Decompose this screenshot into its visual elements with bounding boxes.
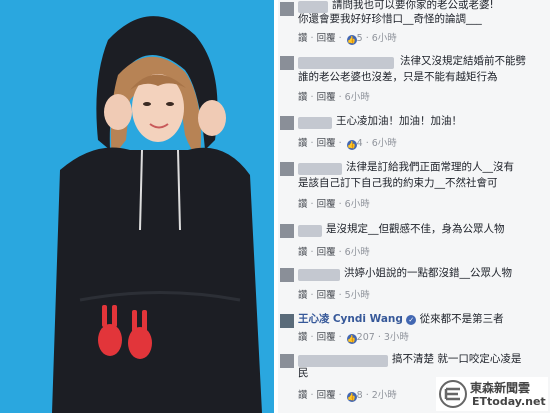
comment-time[interactable]: 6小時 bbox=[345, 92, 370, 103]
like-button[interactable]: 讚 bbox=[298, 92, 308, 103]
avatar[interactable] bbox=[280, 224, 294, 238]
comment-text: 王心凌加油！加油！加油！ bbox=[336, 115, 462, 127]
reply-button[interactable]: 回覆 bbox=[317, 33, 336, 44]
comment-actions: 讚 · 回覆 · 👍8 · 2小時 bbox=[298, 390, 397, 402]
comment-item: 是沒規定__但觀感不佳，身為公眾人物 讚 · 回覆 · 6小時 bbox=[278, 218, 550, 262]
comment-header: 王心凌 Cyndi Wang ✓ 從來都不是第三者 bbox=[298, 312, 504, 326]
reply-button[interactable]: 回覆 bbox=[317, 92, 336, 103]
reply-button[interactable]: 回覆 bbox=[317, 390, 336, 401]
comment-text-2: 你還會要我好好珍惜口__奇怪的論調___ bbox=[298, 13, 482, 25]
comment-time[interactable]: 3小時 bbox=[384, 332, 409, 343]
blurred-name bbox=[298, 225, 322, 237]
avatar[interactable] bbox=[280, 162, 294, 176]
comment-text-2: 民 bbox=[298, 367, 309, 379]
like-button[interactable]: 讚 bbox=[298, 390, 308, 401]
thumbs-up-icon: 👍 bbox=[346, 392, 357, 402]
reply-button[interactable]: 回覆 bbox=[317, 138, 336, 149]
comment-actions: 讚 · 回覆 · 👍207 · 3小時 bbox=[298, 332, 409, 344]
avatar[interactable] bbox=[280, 268, 294, 282]
comment-time[interactable]: 6小時 bbox=[345, 199, 370, 210]
comment-item: 請問我也可以要你家的老公或老婆! 你還會要我好好珍惜口__奇怪的論調___ 讚 … bbox=[278, 0, 550, 52]
news-photo bbox=[0, 0, 274, 413]
comment-text: 是沒規定__但觀感不佳，身為公眾人物 bbox=[326, 223, 505, 235]
like-button[interactable]: 讚 bbox=[298, 199, 308, 210]
comment-text: 搞不清楚 就一口咬定心凌是 bbox=[392, 353, 522, 365]
avatar[interactable] bbox=[280, 116, 294, 130]
comment-actions: 讚 · 回覆 · 👍5 · 6小時 bbox=[298, 33, 397, 45]
comment-actions: 讚 · 回覆 · 5小時 bbox=[298, 290, 370, 301]
comment-item: 王心凌加油！加油！加油！ 讚 · 回覆 · 👍4 · 6小時 bbox=[278, 112, 550, 154]
comment-actions: 讚 · 回覆 · 6小時 bbox=[298, 247, 370, 258]
like-button[interactable]: 讚 bbox=[298, 138, 308, 149]
comment-time[interactable]: 6小時 bbox=[345, 247, 370, 258]
comment-text: 洪婷小姐說的一點都沒錯__公眾人物 bbox=[344, 267, 512, 279]
comment-text-2: 誰的老公老婆也沒差，只是不能有越矩行為 bbox=[298, 71, 498, 83]
comment-item: 法律是訂給我們正面常理的人__沒有 是該自己訂下自己我的約束力__不然社會可 讚… bbox=[278, 156, 550, 216]
comment-time[interactable]: 6小時 bbox=[372, 33, 397, 44]
watermark-site: ETtoday.net bbox=[472, 395, 546, 408]
ettoday-logo-icon bbox=[439, 380, 467, 408]
commenter-name-en[interactable]: Cyndi Wang bbox=[333, 313, 403, 325]
photo-illustration bbox=[0, 0, 274, 413]
avatar[interactable] bbox=[280, 314, 294, 328]
watermark: 東森新聞雲 ETtoday.net bbox=[436, 377, 548, 411]
commenter-name[interactable]: 王心凌 bbox=[298, 313, 330, 325]
blurred-name bbox=[298, 269, 340, 281]
comment-text: 從來都不是第三者 bbox=[419, 313, 504, 325]
like-button[interactable]: 讚 bbox=[298, 33, 308, 44]
comments-panel: 請問我也可以要你家的老公或老婆! 你還會要我好好珍惜口__奇怪的論調___ 讚 … bbox=[278, 0, 550, 413]
avatar[interactable] bbox=[280, 56, 294, 70]
comment-text: 法律是訂給我們正面常理的人__沒有 bbox=[346, 161, 514, 173]
comment-text-2: 是該自己訂下自己我的約束力__不然社會可 bbox=[298, 177, 498, 189]
comment-time[interactable]: 5小時 bbox=[345, 290, 370, 301]
blurred-name bbox=[298, 355, 388, 367]
like-count: 8 bbox=[356, 390, 363, 401]
like-count: 5 bbox=[356, 33, 363, 44]
comment-text: 法律又沒規定結婚前不能劈 bbox=[400, 55, 526, 67]
reply-button[interactable]: 回覆 bbox=[317, 199, 336, 210]
like-count: 4 bbox=[356, 138, 363, 149]
reply-button[interactable]: 回覆 bbox=[317, 247, 336, 258]
watermark-name: 東森新聞雲 bbox=[470, 381, 531, 395]
like-button[interactable]: 讚 bbox=[298, 290, 308, 301]
comment-actions: 讚 · 回覆 · 6小時 bbox=[298, 199, 370, 210]
blurred-name bbox=[298, 57, 394, 69]
verified-badge-icon: ✓ bbox=[406, 315, 417, 325]
blurred-name bbox=[298, 163, 342, 175]
like-count: 207 bbox=[356, 332, 375, 343]
comment-actions: 讚 · 回覆 · 👍4 · 6小時 bbox=[298, 138, 397, 150]
comment-item: 洪婷小姐說的一點都沒錯__公眾人物 讚 · 回覆 · 5小時 bbox=[278, 264, 550, 308]
avatar[interactable] bbox=[280, 354, 294, 368]
like-button[interactable]: 讚 bbox=[298, 247, 308, 258]
comment-item: 法律又沒規定結婚前不能劈 誰的老公老婆也沒差，只是不能有越矩行為 讚 · 回覆 … bbox=[278, 52, 550, 110]
thumbs-up-icon: 👍 bbox=[346, 140, 357, 150]
comment-item-verified: 王心凌 Cyndi Wang ✓ 從來都不是第三者 讚 · 回覆 · 👍207 … bbox=[278, 310, 550, 350]
comment-actions: 讚 · 回覆 · 6小時 bbox=[298, 92, 370, 103]
thumbs-up-icon: 👍 bbox=[346, 35, 357, 45]
thumbs-up-icon: 👍 bbox=[346, 334, 357, 344]
reply-button[interactable]: 回覆 bbox=[317, 290, 336, 301]
like-button[interactable]: 讚 bbox=[298, 332, 308, 343]
comment-text: 請問我也可以要你家的老公或老婆! bbox=[332, 0, 494, 11]
comment-time[interactable]: 2小時 bbox=[372, 390, 397, 401]
reply-button[interactable]: 回覆 bbox=[317, 332, 336, 343]
comment-time[interactable]: 6小時 bbox=[372, 138, 397, 149]
avatar[interactable] bbox=[280, 2, 294, 16]
blurred-name bbox=[298, 117, 332, 129]
